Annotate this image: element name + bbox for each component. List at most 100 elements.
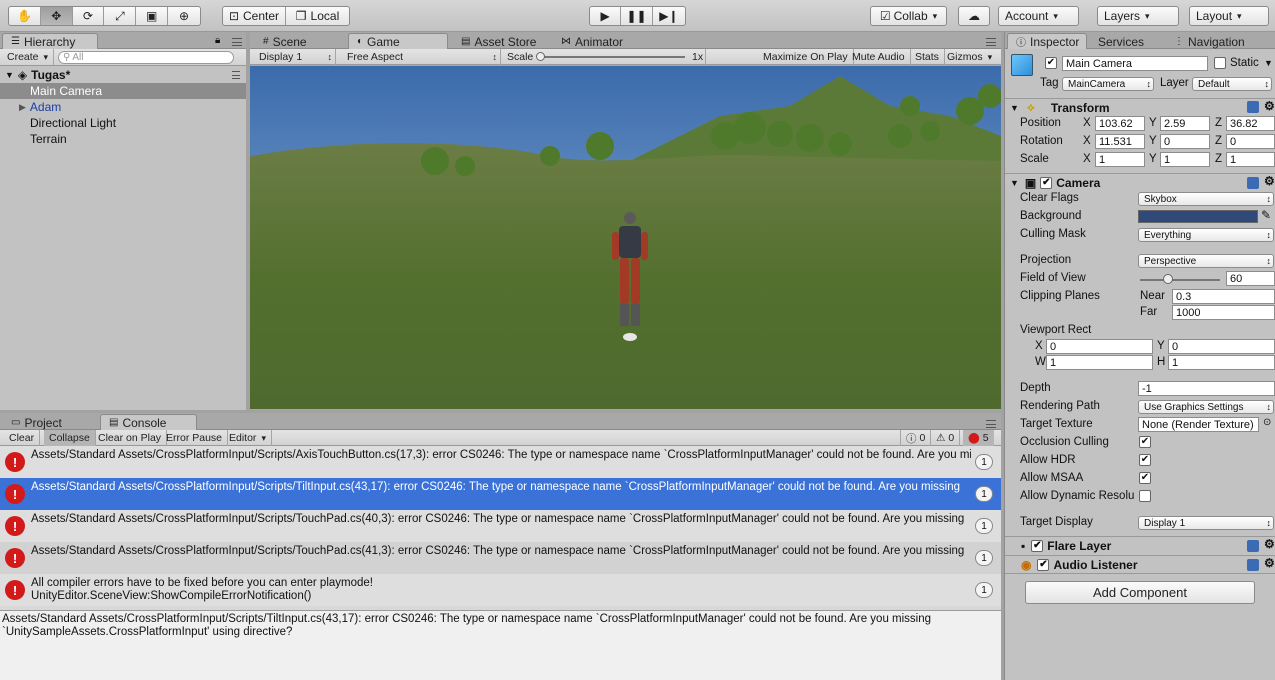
flare-layer-checkbox[interactable]: ✔ bbox=[1031, 539, 1044, 552]
rotation-x-field[interactable]: 11.531 bbox=[1095, 134, 1145, 149]
tab-scene[interactable]: # Scene bbox=[254, 33, 316, 49]
viewport-x-field[interactable]: 0 bbox=[1046, 339, 1153, 354]
editor-dropdown[interactable]: Editor bbox=[224, 430, 272, 446]
near-field[interactable]: 0.3 bbox=[1172, 289, 1275, 304]
scale-slider-track[interactable] bbox=[538, 56, 685, 58]
gizmos-dropdown[interactable]: Gizmos bbox=[942, 49, 997, 65]
gear-icon[interactable]: ⚙ bbox=[1264, 537, 1275, 551]
move-tool-icon[interactable]: ✥ bbox=[40, 7, 73, 25]
scene-menu-icon[interactable] bbox=[232, 71, 240, 79]
camera-header[interactable]: ▼ ▣ ✔ Camera ⚙ bbox=[1005, 173, 1275, 191]
layer-dropdown[interactable]: Default bbox=[1192, 77, 1272, 91]
tab-services[interactable]: Services bbox=[1089, 33, 1153, 49]
scale-slider-thumb[interactable] bbox=[536, 52, 545, 61]
scale-y-field[interactable]: 1 bbox=[1160, 152, 1210, 167]
hierarchy-search-input[interactable]: ⚲ All bbox=[58, 51, 234, 64]
create-dropdown[interactable]: Create bbox=[2, 49, 55, 65]
warning-filter-toggle[interactable]: ⚠ 0 bbox=[931, 430, 961, 446]
tab-navigation[interactable]: ⋮ Navigation bbox=[1165, 33, 1254, 49]
expand-arrow-icon[interactable]: ▼ bbox=[5, 70, 14, 80]
help-book-icon[interactable] bbox=[1247, 177, 1259, 189]
scale-tool-icon[interactable]: ⤢ bbox=[104, 7, 137, 25]
clear-button[interactable]: Clear bbox=[4, 430, 41, 446]
transform-tool-icon[interactable]: ⊕ bbox=[168, 7, 200, 25]
help-book-icon[interactable] bbox=[1247, 101, 1259, 113]
tab-project[interactable]: ▭ Project bbox=[2, 414, 71, 430]
projection-dropdown[interactable]: Perspective bbox=[1138, 254, 1274, 268]
object-name-field[interactable]: Main Camera bbox=[1062, 56, 1208, 71]
pivot-local-button[interactable]: ❒ Local bbox=[286, 7, 349, 25]
hierarchy-item-adam[interactable]: ▶ Adam bbox=[0, 99, 246, 115]
console-entry[interactable]: ! Assets/Standard Assets/CrossPlatformIn… bbox=[0, 542, 1001, 574]
lock-icon[interactable]: 🔒︎ bbox=[215, 35, 220, 46]
tab-game[interactable]: ◐ Game bbox=[348, 33, 448, 49]
depth-field[interactable]: -1 bbox=[1138, 381, 1275, 396]
viewport-h-field[interactable]: 1 bbox=[1168, 355, 1275, 370]
rotation-y-field[interactable]: 0 bbox=[1160, 134, 1210, 149]
position-x-field[interactable]: 103.62 bbox=[1095, 116, 1145, 131]
viewport-w-field[interactable]: 1 bbox=[1046, 355, 1153, 370]
console-entry-selected[interactable]: ! Assets/Standard Assets/CrossPlatformIn… bbox=[0, 478, 1001, 510]
rect-tool-icon[interactable]: ▣ bbox=[136, 7, 169, 25]
display-dropdown[interactable]: Display 1 ↕ bbox=[254, 49, 336, 65]
tab-animator[interactable]: ⋈ Animator bbox=[552, 33, 632, 49]
panel-menu-icon[interactable] bbox=[986, 38, 996, 46]
foldout-arrow-icon[interactable]: ▼ bbox=[1010, 103, 1019, 113]
culling-mask-dropdown[interactable]: Everything bbox=[1138, 228, 1274, 242]
collab-button[interactable]: ☑ Collab bbox=[870, 6, 947, 26]
far-field[interactable]: 1000 bbox=[1172, 305, 1275, 320]
log-filter-toggle[interactable]: ⓘ 0 bbox=[900, 430, 932, 446]
help-book-icon[interactable] bbox=[1247, 559, 1259, 571]
mute-audio-toggle[interactable]: Mute Audio bbox=[847, 49, 911, 65]
active-checkbox[interactable]: ✔ bbox=[1045, 57, 1057, 69]
panel-menu-icon[interactable] bbox=[986, 420, 996, 428]
console-entry[interactable]: ! Assets/Standard Assets/CrossPlatformIn… bbox=[0, 446, 1001, 478]
eyedropper-icon[interactable]: ✎ bbox=[1261, 208, 1271, 222]
error-filter-toggle[interactable]: ⬤ 5 bbox=[963, 430, 994, 446]
hierarchy-item-directional-light[interactable]: Directional Light bbox=[0, 115, 246, 131]
console-entry[interactable]: ! All compiler errors have to be fixed b… bbox=[0, 574, 1001, 606]
allow-msaa-checkbox[interactable]: ✔ bbox=[1139, 472, 1151, 484]
console-detail-pane[interactable]: Assets/Standard Assets/CrossPlatformInpu… bbox=[0, 610, 1001, 680]
allow-hdr-checkbox[interactable]: ✔ bbox=[1139, 454, 1151, 466]
cloud-button[interactable]: ☁ bbox=[958, 6, 990, 26]
rotate-tool-icon[interactable]: ⟳ bbox=[73, 7, 105, 25]
tab-inspector[interactable]: ⓘ Inspector bbox=[1007, 33, 1087, 49]
fov-slider-track[interactable] bbox=[1140, 279, 1220, 281]
layers-dropdown[interactable]: Layers bbox=[1097, 6, 1179, 26]
layout-dropdown[interactable]: Layout bbox=[1189, 6, 1269, 26]
error-pause-toggle[interactable]: Error Pause bbox=[161, 430, 229, 446]
transform-header[interactable]: ▼ ⟡ Transform ⚙ bbox=[1005, 98, 1275, 116]
gear-icon[interactable]: ⚙ bbox=[1264, 556, 1275, 570]
pivot-center-button[interactable]: ⊡ Center bbox=[223, 7, 287, 25]
scene-row[interactable]: ▼ ◈ Tugas* bbox=[0, 67, 246, 83]
console-entry[interactable]: ! Assets/Standard Assets/CrossPlatformIn… bbox=[0, 510, 1001, 542]
tab-hierarchy[interactable]: ☰ Hierarchy bbox=[2, 33, 98, 49]
target-display-dropdown[interactable]: Display 1 bbox=[1138, 516, 1274, 530]
background-color-swatch[interactable] bbox=[1138, 210, 1258, 223]
clear-on-play-toggle[interactable]: Clear on Play bbox=[93, 430, 168, 446]
flare-layer-header[interactable]: ▪ ✔ Flare Layer ⚙ bbox=[1005, 536, 1275, 554]
tab-asset-store[interactable]: ▤ Asset Store bbox=[452, 33, 545, 49]
maximize-on-play-toggle[interactable]: Maximize On Play bbox=[758, 49, 854, 65]
audio-listener-header[interactable]: ◉ ✔ Audio Listener ⚙ bbox=[1005, 555, 1275, 573]
static-dropdown-icon[interactable]: ▼ bbox=[1264, 58, 1273, 68]
static-checkbox[interactable] bbox=[1214, 57, 1226, 69]
viewport-y-field[interactable]: 0 bbox=[1168, 339, 1275, 354]
help-book-icon[interactable] bbox=[1247, 540, 1259, 552]
position-y-field[interactable]: 2.59 bbox=[1160, 116, 1210, 131]
tag-dropdown[interactable]: MainCamera bbox=[1062, 77, 1154, 91]
position-z-field[interactable]: 36.82 bbox=[1226, 116, 1275, 131]
hand-tool-icon[interactable]: ✋ bbox=[9, 7, 41, 25]
pause-button[interactable]: ❚❚ bbox=[621, 7, 653, 25]
foldout-arrow-icon[interactable]: ▼ bbox=[1010, 178, 1019, 188]
tab-console[interactable]: ▤ Console bbox=[100, 414, 197, 430]
fov-field[interactable]: 60 bbox=[1226, 271, 1275, 286]
scale-z-field[interactable]: 1 bbox=[1226, 152, 1275, 167]
scale-x-field[interactable]: 1 bbox=[1095, 152, 1145, 167]
step-button[interactable]: ▶❙ bbox=[653, 7, 685, 25]
stats-toggle[interactable]: Stats bbox=[910, 49, 945, 65]
audio-listener-checkbox[interactable]: ✔ bbox=[1037, 558, 1050, 571]
object-picker-icon[interactable]: ⊙ bbox=[1263, 417, 1271, 428]
allow-dynamic-resolution-checkbox[interactable] bbox=[1139, 490, 1151, 502]
